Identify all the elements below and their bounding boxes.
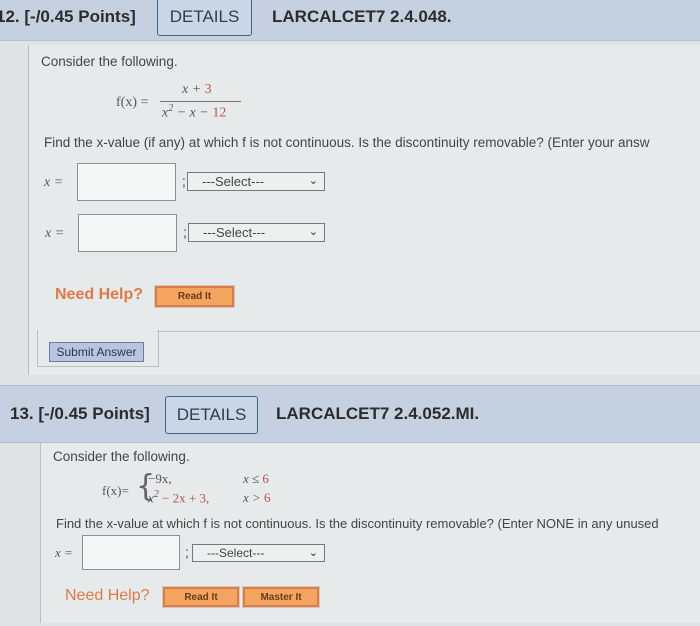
function-label: f(x)= xyxy=(102,483,129,498)
question-number: 12. xyxy=(0,7,20,26)
function-label: f(x) = xyxy=(116,95,149,110)
separator: ; xyxy=(183,225,187,240)
denominator: x2 − x − 12 xyxy=(162,103,227,121)
need-help-label: Need Help? xyxy=(65,587,150,604)
x-value-input[interactable] xyxy=(82,535,180,570)
read-it-button[interactable]: Read It xyxy=(154,285,235,308)
read-it-button[interactable]: Read It xyxy=(162,586,240,608)
question-13-number: 13. [-/0.45 Points] xyxy=(10,404,150,424)
separator: ; xyxy=(185,545,189,560)
chevron-down-icon: ⌄ xyxy=(308,226,318,238)
submit-answer-button[interactable]: Submit Answer xyxy=(49,342,144,362)
chevron-down-icon: ⌄ xyxy=(308,547,318,559)
prompt-text: Find the x-value (if any) at which f is … xyxy=(44,135,650,150)
fraction-bar xyxy=(160,101,241,102)
intro-text: Consider the following. xyxy=(41,54,178,69)
question-code: LARCALCET7 2.4.052.MI. xyxy=(276,404,480,423)
removable-select-2[interactable]: ---Select--- ⌄ xyxy=(188,223,325,242)
question-code: LARCALCET7 2.4.048. xyxy=(272,7,452,26)
piece-1-expr: −9x, xyxy=(148,471,172,486)
numerator: x + 3 xyxy=(182,82,212,97)
details-button[interactable]: DETAILS xyxy=(157,0,252,36)
x-value-input-1[interactable] xyxy=(77,163,176,201)
question-points: [-/0.45 Points] xyxy=(38,404,150,423)
piece-2-expr: x2 − 2x + 3, xyxy=(148,489,210,506)
details-button[interactable]: DETAILS xyxy=(165,396,258,434)
need-help-label: Need Help? xyxy=(55,286,144,303)
removable-select-1[interactable]: ---Select--- ⌄ xyxy=(187,172,325,191)
intro-text: Consider the following. xyxy=(53,449,190,464)
question-number: 13. xyxy=(10,404,34,423)
x-label: x = xyxy=(45,226,65,241)
piece-2-cond: x > 6 xyxy=(243,490,271,505)
question-points: [-/0.45 Points] xyxy=(24,7,136,26)
x-value-input-2[interactable] xyxy=(78,214,177,252)
separator: ; xyxy=(182,174,186,189)
prompt-text: Find the x-value at which f is not conti… xyxy=(56,516,659,531)
removable-select[interactable]: ---Select--- ⌄ xyxy=(192,544,325,562)
master-it-button[interactable]: Master It xyxy=(242,586,320,608)
question-12-number: 12. [-/0.45 Points] xyxy=(0,7,136,27)
piece-1-cond: x ≤ 6 xyxy=(243,471,269,486)
x-label: x = xyxy=(44,175,64,190)
x-label: x = xyxy=(55,545,73,560)
chevron-down-icon: ⌄ xyxy=(308,175,318,187)
divider xyxy=(157,331,700,332)
